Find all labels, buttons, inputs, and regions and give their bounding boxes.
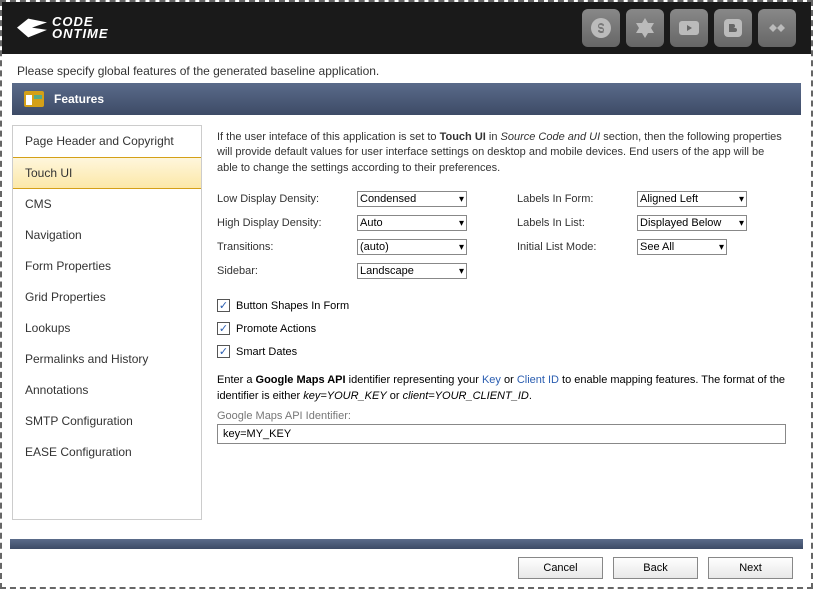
app-header: CODE ONTIME <box>2 2 811 54</box>
checkbox-row-promote-actions: ✓ Promote Actions <box>217 322 786 335</box>
high-density-label: High Display Density: <box>217 217 357 229</box>
back-button[interactable]: Back <box>613 557 698 579</box>
sidebar-item-touch-ui[interactable]: Touch UI <box>13 157 201 189</box>
chevron-down-icon: ▾ <box>719 242 724 253</box>
features-icon <box>22 87 46 111</box>
sidebar-item-ease[interactable]: EASE Configuration <box>13 437 201 468</box>
client-id-link[interactable]: Client ID <box>517 374 559 386</box>
chevron-down-icon: ▾ <box>739 194 744 205</box>
promote-actions-label: Promote Actions <box>236 323 316 335</box>
high-density-select[interactable]: Auto▾ <box>357 215 467 231</box>
page-subtitle: Please specify global features of the ge… <box>2 54 811 83</box>
sidebar-item-annotations[interactable]: Annotations <box>13 375 201 406</box>
low-density-label: Low Display Density: <box>217 193 357 205</box>
main-area: Page Header and Copyright Touch UI CMS N… <box>2 115 811 530</box>
chevron-down-icon: ▾ <box>459 242 464 253</box>
logo-text-2: ONTIME <box>52 28 109 40</box>
labels-form-select[interactable]: Aligned Left▾ <box>637 191 747 207</box>
key-link[interactable]: Key <box>482 374 501 386</box>
sidebar: Page Header and Copyright Touch UI CMS N… <box>12 125 202 520</box>
sidebar-item-page-header[interactable]: Page Header and Copyright <box>13 126 201 157</box>
checkboxes-group: ✓ Button Shapes In Form ✓ Promote Action… <box>217 299 786 358</box>
section-header: Features <box>12 83 801 115</box>
skype-icon[interactable] <box>582 9 620 47</box>
sidebar-item-smtp[interactable]: SMTP Configuration <box>13 406 201 437</box>
sidebar-item-navigation[interactable]: Navigation <box>13 220 201 251</box>
wing-icon <box>17 18 47 38</box>
blogger-icon[interactable] <box>714 9 752 47</box>
button-shapes-label: Button Shapes In Form <box>236 300 349 312</box>
checkbox-row-button-shapes: ✓ Button Shapes In Form <box>217 299 786 312</box>
intro-text: If the user inteface of this application… <box>217 130 786 176</box>
form-grid: Low Display Density: Condensed▾ Labels I… <box>217 191 786 279</box>
transitions-label: Transitions: <box>217 241 357 253</box>
smart-dates-label: Smart Dates <box>236 346 297 358</box>
labels-list-select[interactable]: Displayed Below▾ <box>637 215 747 231</box>
chevron-down-icon: ▾ <box>459 218 464 229</box>
section-title: Features <box>54 92 104 106</box>
sidebar-item-cms[interactable]: CMS <box>13 189 201 220</box>
smart-dates-checkbox[interactable]: ✓ <box>217 345 230 358</box>
content-panel: If the user inteface of this application… <box>202 125 801 520</box>
button-shapes-checkbox[interactable]: ✓ <box>217 299 230 312</box>
promote-actions-checkbox[interactable]: ✓ <box>217 322 230 335</box>
sidebar-item-form-properties[interactable]: Form Properties <box>13 251 201 282</box>
aperture-icon[interactable] <box>626 9 664 47</box>
checkbox-row-smart-dates: ✓ Smart Dates <box>217 345 786 358</box>
api-identifier-input[interactable] <box>217 424 786 444</box>
chevron-down-icon: ▾ <box>739 218 744 229</box>
sidebar-item-grid-properties[interactable]: Grid Properties <box>13 282 201 313</box>
footer-bar <box>10 539 803 549</box>
footer: Cancel Back Next <box>10 539 803 579</box>
sidebar-item-lookups[interactable]: Lookups <box>13 313 201 344</box>
cancel-button[interactable]: Cancel <box>518 557 603 579</box>
low-density-select[interactable]: Condensed▾ <box>357 191 467 207</box>
sidebar-label: Sidebar: <box>217 265 357 277</box>
maps-description: Enter a Google Maps API identifier repre… <box>217 373 786 404</box>
next-button[interactable]: Next <box>708 557 793 579</box>
sidebar-item-permalinks[interactable]: Permalinks and History <box>13 344 201 375</box>
labels-form-label: Labels In Form: <box>517 193 637 205</box>
chevron-down-icon: ▾ <box>459 266 464 277</box>
api-identifier-label: Google Maps API Identifier: <box>217 410 786 422</box>
logo: CODE ONTIME <box>17 16 109 39</box>
footer-buttons: Cancel Back Next <box>10 557 803 579</box>
youtube-icon[interactable] <box>670 9 708 47</box>
labels-list-label: Labels In List: <box>517 217 637 229</box>
chevron-down-icon: ▾ <box>459 194 464 205</box>
initial-list-select[interactable]: See All▾ <box>637 239 727 255</box>
handshake-icon[interactable] <box>758 9 796 47</box>
transitions-select[interactable]: (auto)▾ <box>357 239 467 255</box>
initial-list-label: Initial List Mode: <box>517 241 637 253</box>
header-icons <box>582 9 796 47</box>
sidebar-select[interactable]: Landscape▾ <box>357 263 467 279</box>
